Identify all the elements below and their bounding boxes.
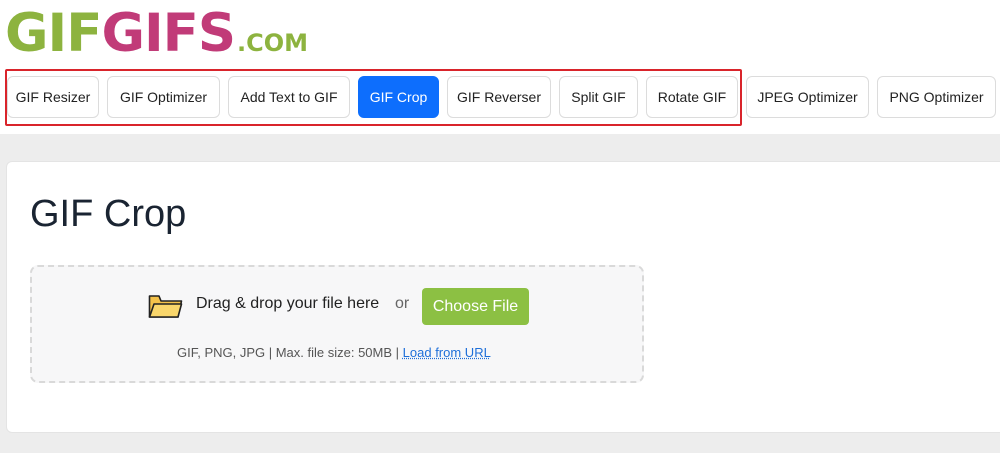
page-title: GIF Crop (30, 193, 187, 235)
logo-com-text: .COM (237, 29, 309, 57)
file-dropzone[interactable] (30, 265, 644, 383)
nav-gif-crop[interactable]: GIF Crop (358, 76, 439, 118)
file-info-text: GIF, PNG, JPG | Max. file size: 50MB | (177, 345, 400, 360)
nav-gif-resizer[interactable]: GIF Resizer (7, 76, 99, 118)
header: GIFGIFS.COM GIF Resizer GIF Optimizer Ad… (0, 0, 1000, 134)
choose-file-button[interactable]: Choose File (422, 288, 529, 325)
nav-rotate-gif[interactable]: Rotate GIF (646, 76, 738, 118)
logo-gifs-text: GIFS (101, 3, 236, 64)
nav-png-optimizer[interactable]: PNG Optimizer (877, 76, 996, 118)
nav-gif-optimizer[interactable]: GIF Optimizer (107, 76, 220, 118)
nav-jpeg-optimizer[interactable]: JPEG Optimizer (746, 76, 869, 118)
file-info-line: GIF, PNG, JPG | Max. file size: 50MB | L… (177, 345, 491, 360)
nav-add-text-to-gif[interactable]: Add Text to GIF (228, 76, 350, 118)
drag-drop-text: Drag & drop your file here (196, 295, 380, 312)
site-logo[interactable]: GIFGIFS.COM (5, 4, 308, 64)
load-from-url-link[interactable]: Load from URL (403, 345, 491, 360)
or-text: or (395, 295, 410, 312)
logo-gif-text: GIF (5, 3, 102, 64)
nav-gif-reverser[interactable]: GIF Reverser (447, 76, 551, 118)
folder-icon (148, 295, 183, 318)
nav-split-gif[interactable]: Split GIF (559, 76, 638, 118)
